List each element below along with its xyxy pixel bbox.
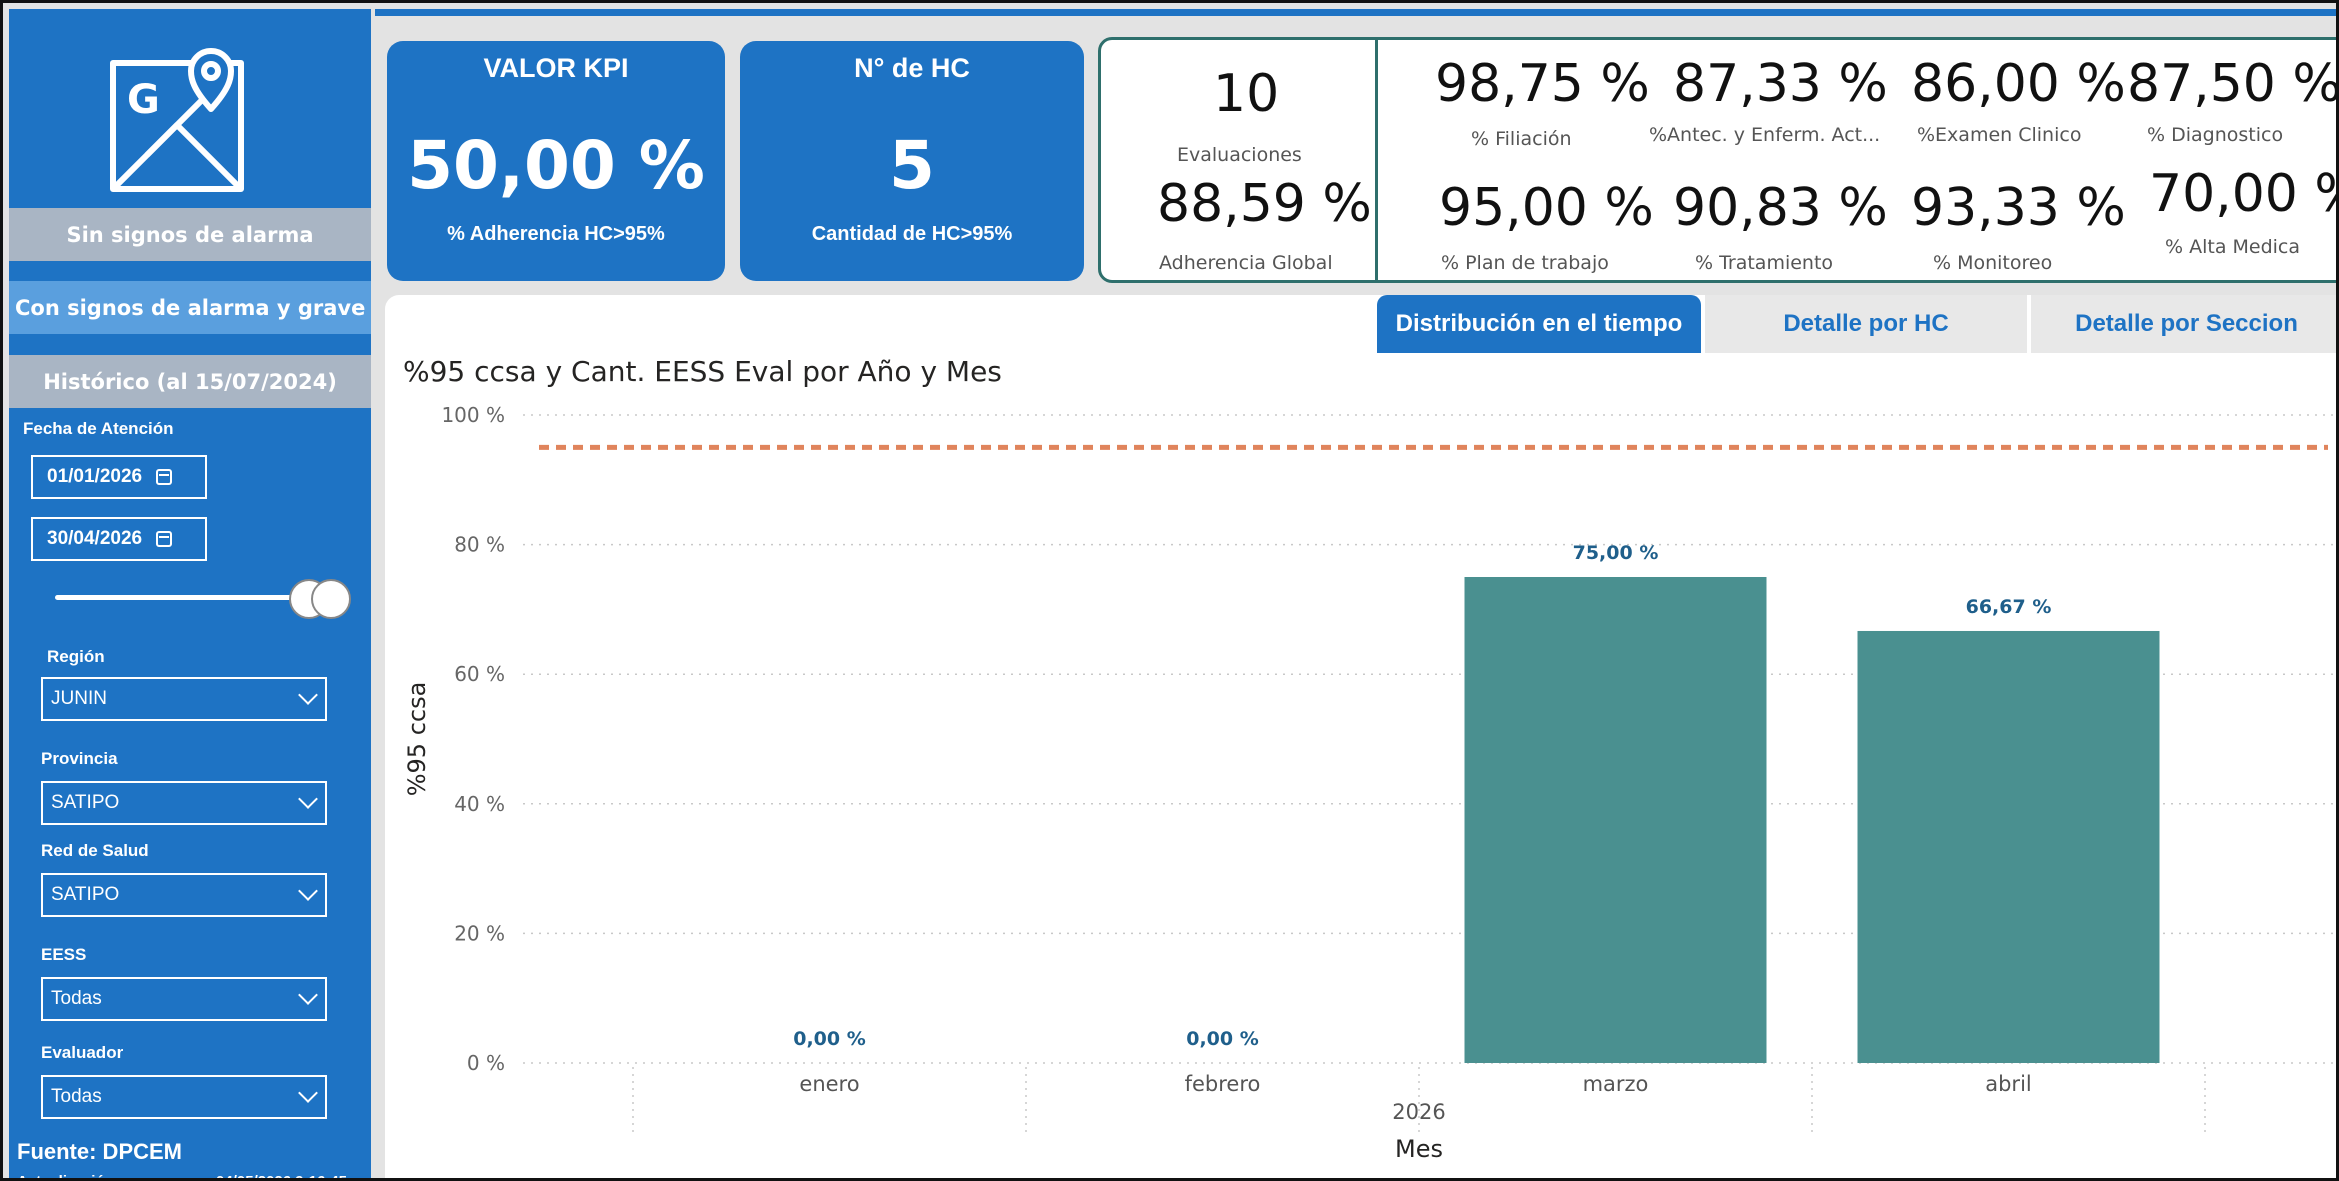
filiacion-value: 98,75 % bbox=[1435, 54, 1650, 114]
filiacion-label: % Filiación bbox=[1471, 128, 1572, 150]
kpi-valor-value: 50,00 % bbox=[407, 127, 705, 204]
x-tick-label: febrero bbox=[1185, 1072, 1261, 1096]
kpi-hc-value: 5 bbox=[889, 127, 935, 204]
actualizacion-value: 04/05/2026 9:16:45 bbox=[216, 1173, 347, 1178]
nav-historico[interactable]: Histórico (al 15/07/2024) bbox=[9, 355, 371, 408]
chevron-down-icon bbox=[298, 685, 318, 705]
red-salud-value: SATIPO bbox=[51, 884, 120, 905]
tratamiento-value: 90,83 % bbox=[1673, 178, 1888, 238]
region-dropdown[interactable]: JUNIN bbox=[41, 677, 327, 721]
eess-label: EESS bbox=[41, 945, 87, 964]
evaluaciones-value: 10 bbox=[1213, 64, 1280, 124]
kpi-valor-subtitle: % Adherencia HC>95% bbox=[447, 223, 665, 245]
y-tick-label: 40 % bbox=[454, 792, 505, 816]
x-axis-title: Mes bbox=[1395, 1135, 1443, 1163]
antec-label: %Antec. y Enferm. Act... bbox=[1649, 124, 1881, 146]
provincia-value: SATIPO bbox=[51, 792, 120, 813]
region-label: Región bbox=[47, 647, 105, 666]
monitoreo-value: 93,33 % bbox=[1911, 178, 2126, 238]
metrics-panel: 10 Evaluaciones 88,59 % Adherencia Globa… bbox=[1098, 37, 2339, 283]
chevron-down-icon bbox=[298, 881, 318, 901]
date-to-input[interactable]: 30/04/2026 bbox=[31, 517, 207, 561]
region-value: JUNIN bbox=[51, 688, 107, 709]
alta-medica-value: 70,00 % bbox=[2149, 164, 2336, 224]
adherencia-global-label: Adherencia Global bbox=[1159, 252, 1333, 274]
actualizacion-text: Actualización: 04/05/2026 9:16:45 bbox=[17, 1173, 367, 1178]
evaluaciones-label: Evaluaciones bbox=[1177, 144, 1302, 166]
y-tick-label: 100 % bbox=[441, 403, 505, 427]
eess-value: Todas bbox=[51, 988, 102, 1009]
kpi-valor-card: VALOR KPI 50,00 % % Adherencia HC>95% bbox=[387, 41, 725, 281]
nav-con-signos-alarma-grave[interactable]: Con signos de alarma y grave bbox=[9, 281, 371, 334]
chevron-down-icon bbox=[298, 789, 318, 809]
diagnostico-label: % Diagnostico bbox=[2147, 124, 2284, 146]
kpi-valor-title: VALOR KPI bbox=[483, 53, 629, 83]
kpi-hc-title: N° de HC bbox=[854, 53, 970, 83]
x-tick-label: marzo bbox=[1583, 1072, 1649, 1096]
eess-dropdown[interactable]: Todas bbox=[41, 977, 327, 1021]
tab-detalle-hc[interactable]: Detalle por HC bbox=[1705, 295, 2027, 353]
tab-detalle-seccion[interactable]: Detalle por Seccion bbox=[2031, 295, 2336, 353]
monitoreo-label: % Monitoreo bbox=[1933, 252, 2053, 274]
fecha-atencion-label: Fecha de Atención bbox=[23, 419, 174, 438]
nav-sin-signos-alarma[interactable]: Sin signos de alarma bbox=[9, 208, 371, 261]
red-salud-dropdown[interactable]: SATIPO bbox=[41, 873, 327, 917]
data-label: 0,00 % bbox=[1186, 1028, 1259, 1050]
diagnostico-value: 87,50 % bbox=[2127, 54, 2339, 114]
provincia-dropdown[interactable]: SATIPO bbox=[41, 781, 327, 825]
examen-clinico-label: %Examen Clinico bbox=[1917, 124, 2082, 146]
red-salud-label: Red de Salud bbox=[41, 841, 149, 860]
x-tick-label: enero bbox=[799, 1072, 859, 1096]
x-year-label: 2026 bbox=[1392, 1100, 1445, 1124]
calendar-icon[interactable] bbox=[156, 531, 173, 547]
chevron-down-icon bbox=[298, 1083, 318, 1103]
data-label: 75,00 % bbox=[1573, 542, 1659, 564]
metrics-divider bbox=[1375, 40, 1378, 280]
tab-distribucion-tiempo[interactable]: Distribución en el tiempo bbox=[1377, 295, 1701, 353]
fuente-text: Fuente: DPCEM bbox=[17, 1139, 182, 1164]
examen-clinico-value: 86,00 % bbox=[1911, 54, 2126, 114]
evaluador-label: Evaluador bbox=[41, 1043, 124, 1062]
calendar-icon[interactable] bbox=[156, 469, 173, 485]
date-to-value: 30/04/2026 bbox=[47, 528, 143, 549]
sidebar: G Sin signos de alarma Con signos de ala… bbox=[9, 9, 371, 1178]
plan-trabajo-value: 95,00 % bbox=[1439, 178, 1654, 238]
svg-text:G: G bbox=[127, 77, 160, 123]
data-label: 66,67 % bbox=[1966, 596, 2052, 618]
y-axis-title: %95 ccsa bbox=[403, 682, 431, 797]
y-tick-label: 60 % bbox=[454, 662, 505, 686]
data-label: 0,00 % bbox=[793, 1028, 866, 1050]
kpi-hc-card: N° de HC 5 Cantidad de HC>95% bbox=[740, 41, 1084, 281]
chart-title: %95 ccsa y Cant. EESS Eval por Año y Mes bbox=[403, 355, 1002, 388]
evaluador-value: Todas bbox=[51, 1086, 102, 1107]
kpi-hc-subtitle: Cantidad de HC>95% bbox=[811, 223, 1013, 245]
header-accent-bar bbox=[375, 9, 2336, 16]
x-tick-label: abril bbox=[1985, 1072, 2032, 1096]
date-from-value: 01/01/2026 bbox=[47, 466, 143, 487]
evaluador-dropdown[interactable]: Todas bbox=[41, 1075, 327, 1119]
bar-abril bbox=[1857, 630, 2160, 1063]
chevron-down-icon bbox=[298, 985, 318, 1005]
actualizacion-label: Actualización: bbox=[17, 1173, 119, 1178]
map-location-logo-icon: G bbox=[110, 48, 244, 192]
date-range-slider[interactable] bbox=[55, 595, 303, 600]
y-tick-label: 80 % bbox=[454, 533, 505, 557]
bar-chart: 0 % 20 % 40 % 60 % 80 % 100 % %95 ccsa 0,00 % en… bbox=[403, 403, 2336, 1163]
bar-marzo bbox=[1464, 577, 1767, 1063]
adherencia-global-value: 88,59 % bbox=[1157, 174, 1372, 234]
alta-medica-label: % Alta Medica bbox=[2165, 236, 2301, 258]
y-tick-label: 20 % bbox=[454, 921, 505, 945]
plan-trabajo-label: % Plan de trabajo bbox=[1441, 252, 1609, 274]
antec-value: 87,33 % bbox=[1673, 54, 1888, 114]
date-from-input[interactable]: 01/01/2026 bbox=[31, 455, 207, 499]
provincia-label: Provincia bbox=[41, 749, 118, 768]
report-frame: G Sin signos de alarma Con signos de ala… bbox=[0, 0, 2339, 1181]
tratamiento-label: % Tratamiento bbox=[1695, 252, 1834, 274]
slider-end-handle[interactable] bbox=[311, 579, 351, 619]
y-tick-label: 0 % bbox=[467, 1051, 505, 1075]
